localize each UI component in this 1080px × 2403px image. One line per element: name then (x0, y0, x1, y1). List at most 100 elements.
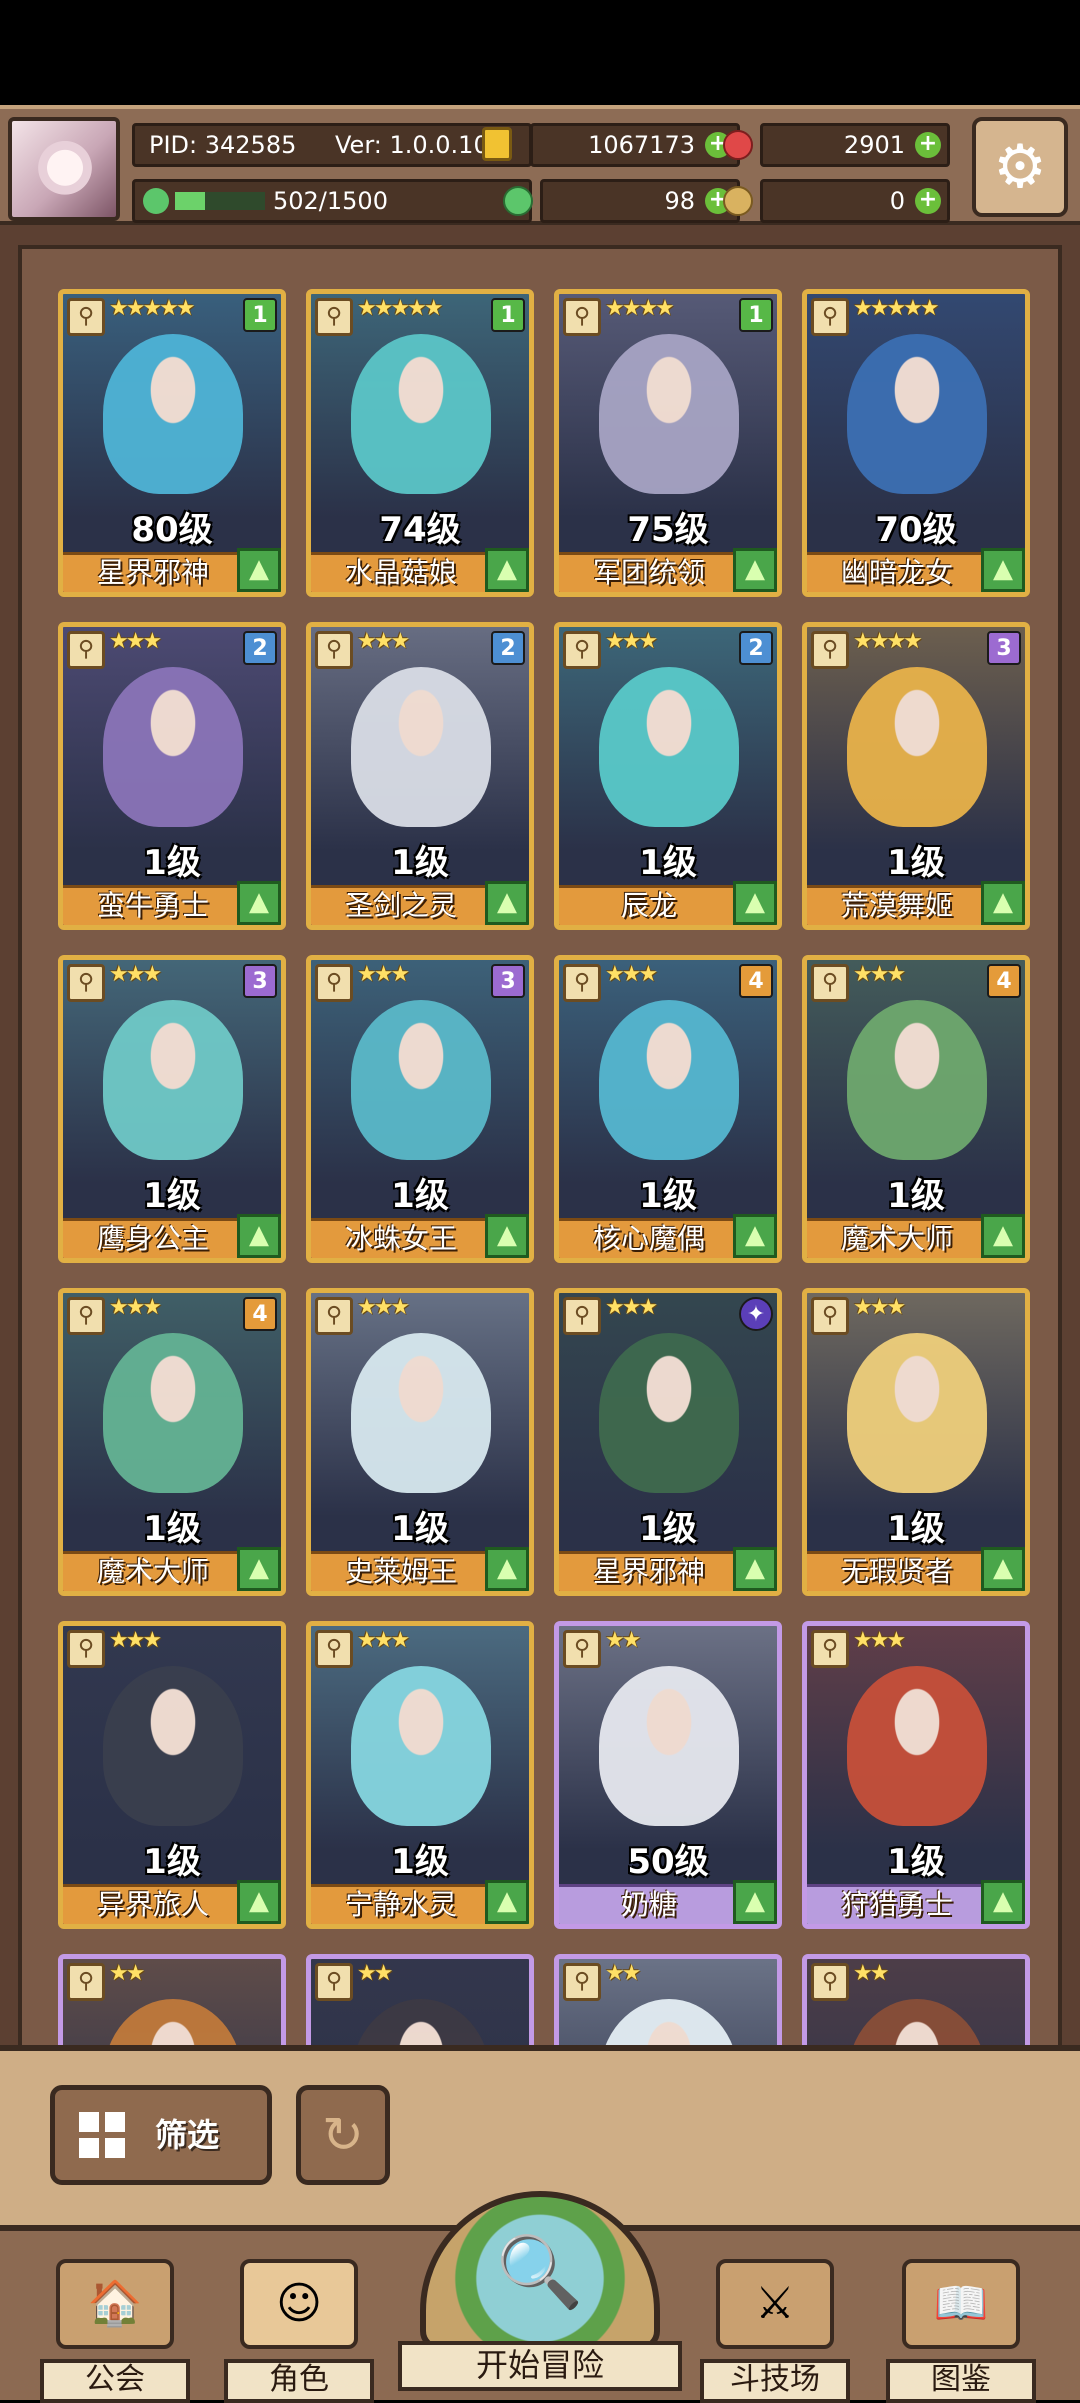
nav-codex[interactable]: 📖 图鉴 (886, 2259, 1036, 2403)
nav-characters[interactable]: ☺ 角色 (224, 2259, 374, 2403)
upgrade-arrow-icon[interactable]: ▲ (237, 548, 281, 592)
character-card[interactable]: ⚲ ★★★ 1级 无瑕贤者 ▲ (802, 1288, 1030, 1596)
player-info-panel: PID: 342585 Ver: 1.0.0.10 (132, 123, 532, 167)
top-header: PID: 342585 Ver: 1.0.0.10 1067173 + 2901… (0, 105, 1080, 225)
character-card[interactable]: ⚲ ★★★ 4 1级 魔术大师 ▲ (58, 1288, 286, 1596)
star-rating: ★★★ (357, 1295, 410, 1320)
nav-start-adventure[interactable]: 🔍 开始冒险 (398, 2191, 682, 2401)
refresh-icon: ↻ (322, 2106, 364, 2164)
guild-building-icon: 🏠 (56, 2259, 174, 2349)
upgrade-arrow-icon[interactable]: ▲ (485, 881, 529, 925)
settings-button[interactable]: ⚙ (972, 117, 1068, 217)
character-name: 奶糖 (620, 1888, 677, 1921)
character-level: 1级 (639, 843, 697, 883)
tier-badge: 3 (987, 631, 1021, 665)
character-card[interactable]: ⚲ ★★★★ 1 75级 军团统领 ▲ (554, 289, 782, 597)
upgrade-arrow-icon[interactable]: ▲ (237, 1214, 281, 1258)
upgrade-arrow-icon[interactable]: ▲ (733, 1880, 777, 1924)
character-card[interactable]: ⚲ ★★★ 1级 狩猎勇士 ▲ (802, 1621, 1030, 1929)
star-rating: ★★★ (357, 629, 410, 654)
upgrade-arrow-icon[interactable]: ▲ (981, 1214, 1025, 1258)
nav-guild[interactable]: 🏠 公会 (40, 2259, 190, 2403)
reset-filter-button[interactable]: ↻ (296, 2085, 390, 2185)
bag-counter: 0 + (723, 179, 950, 223)
star-rating: ★★★★ (853, 629, 923, 654)
character-card[interactable]: ⚲ ★★★★★ 1 80级 星界邪神 ▲ (58, 289, 286, 597)
character-name: 幽暗龙女 (840, 556, 953, 589)
upgrade-arrow-icon[interactable]: ▲ (981, 548, 1025, 592)
character-name: 辰龙 (620, 889, 677, 922)
character-card[interactable]: ⚲ ★★★ 3 1级 冰蛛女王 ▲ (306, 955, 534, 1263)
tier-badge: ✦ (739, 1297, 773, 1331)
tier-badge: 1 (739, 298, 773, 332)
class-icon: ⚲ (315, 298, 353, 336)
star-rating: ★★★ (109, 962, 162, 987)
star-rating: ★★★★★ (109, 296, 196, 321)
class-icon: ⚲ (563, 964, 601, 1002)
gear-icon: ⚙ (993, 132, 1047, 202)
add-bag-button[interactable]: + (915, 188, 941, 214)
tier-badge: 4 (243, 1297, 277, 1331)
filter-label: 筛选 (155, 2116, 220, 2154)
upgrade-arrow-icon[interactable]: ▲ (237, 1880, 281, 1924)
upgrade-arrow-icon[interactable]: ▲ (237, 881, 281, 925)
character-name: 鹰身公主 (96, 1222, 209, 1255)
upgrade-arrow-icon[interactable]: ▲ (981, 1547, 1025, 1591)
character-card[interactable]: ⚲ ★★★ 2 1级 圣剑之灵 ▲ (306, 622, 534, 930)
character-name: 核心魔偶 (592, 1222, 705, 1255)
xp-fill (175, 192, 205, 210)
nav-arena[interactable]: ⚔ 斗技场 (700, 2259, 850, 2403)
filter-button[interactable]: 筛选 (50, 2085, 272, 2185)
nav-start-label: 开始冒险 (398, 2341, 682, 2391)
character-card[interactable]: ⚲ ★★ 50级 奶糖 ▲ (554, 1621, 782, 1929)
upgrade-arrow-icon[interactable]: ▲ (485, 1880, 529, 1924)
upgrade-arrow-icon[interactable]: ▲ (733, 1547, 777, 1591)
character-card[interactable]: ⚲ ★★★★ 3 1级 荒漠舞姬 ▲ (802, 622, 1030, 930)
add-gem-button[interactable]: + (915, 132, 941, 158)
clover-counter: 98 + (503, 179, 740, 223)
version-label: Ver: 1.0.0.10 (335, 131, 489, 159)
character-card[interactable]: ⚲ ★★★★★ 1 74级 水晶菇娘 ▲ (306, 289, 534, 597)
character-grid[interactable]: ⚲ ★★★★★ 1 80级 星界邪神 ▲ ⚲ ★★★★★ 1 74级 水晶菇娘 ▲ ⚲ ★★★★ 1 75级军… (58, 289, 1066, 2069)
character-card[interactable]: ⚲ ★★★ 1级 史莱姆王 ▲ (306, 1288, 534, 1596)
upgrade-arrow-icon[interactable]: ▲ (733, 548, 777, 592)
class-icon: ⚲ (67, 1963, 105, 2001)
character-card[interactable]: ⚲ ★★★ 2 1级 蛮牛勇士 ▲ (58, 622, 286, 930)
class-icon: ⚲ (67, 1297, 105, 1335)
character-card[interactable]: ⚲ ★★★★★ 70级 幽暗龙女 ▲ (802, 289, 1030, 597)
experience-bar: 502/1500 (132, 179, 532, 223)
character-name: 魔术大师 (96, 1555, 209, 1588)
upgrade-arrow-icon[interactable]: ▲ (733, 1214, 777, 1258)
character-card[interactable]: ⚲ ★★★ 2 1级 辰龙 ▲ (554, 622, 782, 930)
character-name: 史莱姆王 (344, 1555, 457, 1588)
character-card[interactable]: ⚲ ★★★ 4 1级 核心魔偶 ▲ (554, 955, 782, 1263)
upgrade-arrow-icon[interactable]: ▲ (981, 1880, 1025, 1924)
upgrade-arrow-icon[interactable]: ▲ (237, 1547, 281, 1591)
character-level: 75级 (627, 510, 709, 550)
gold-value: 1067173 (588, 131, 695, 159)
character-card[interactable]: ⚲ ★★★ 3 1级 鹰身公主 ▲ (58, 955, 286, 1263)
class-icon: ⚲ (563, 1297, 601, 1335)
character-name: 蛮牛勇士 (96, 889, 209, 922)
clover-value: 98 (664, 187, 695, 215)
class-icon: ⚲ (811, 1297, 849, 1335)
upgrade-arrow-icon[interactable]: ▲ (981, 881, 1025, 925)
character-name: 星界邪神 (96, 556, 209, 589)
star-rating: ★★★★★ (357, 296, 444, 321)
character-card[interactable]: ⚲ ★★★ 1级 宁静水灵 ▲ (306, 1621, 534, 1929)
player-avatar[interactable] (8, 117, 120, 221)
class-icon: ⚲ (315, 1297, 353, 1335)
star-rating: ★★★ (109, 1295, 162, 1320)
character-card[interactable]: ⚲ ★★★ 4 1级 魔术大师 ▲ (802, 955, 1030, 1263)
character-card[interactable]: ⚲ ★★★ 1级 异界旅人 ▲ (58, 1621, 286, 1929)
tier-badge: 4 (987, 964, 1021, 998)
character-card[interactable]: ⚲ ★★★ ✦ 1级 星界邪神 ▲ (554, 1288, 782, 1596)
upgrade-arrow-icon[interactable]: ▲ (485, 1547, 529, 1591)
upgrade-arrow-icon[interactable]: ▲ (733, 881, 777, 925)
class-icon: ⚲ (315, 631, 353, 669)
star-rating: ★★★ (357, 962, 410, 987)
upgrade-arrow-icon[interactable]: ▲ (485, 548, 529, 592)
star-rating: ★★★ (853, 1628, 906, 1653)
upgrade-arrow-icon[interactable]: ▲ (485, 1214, 529, 1258)
class-icon: ⚲ (67, 631, 105, 669)
